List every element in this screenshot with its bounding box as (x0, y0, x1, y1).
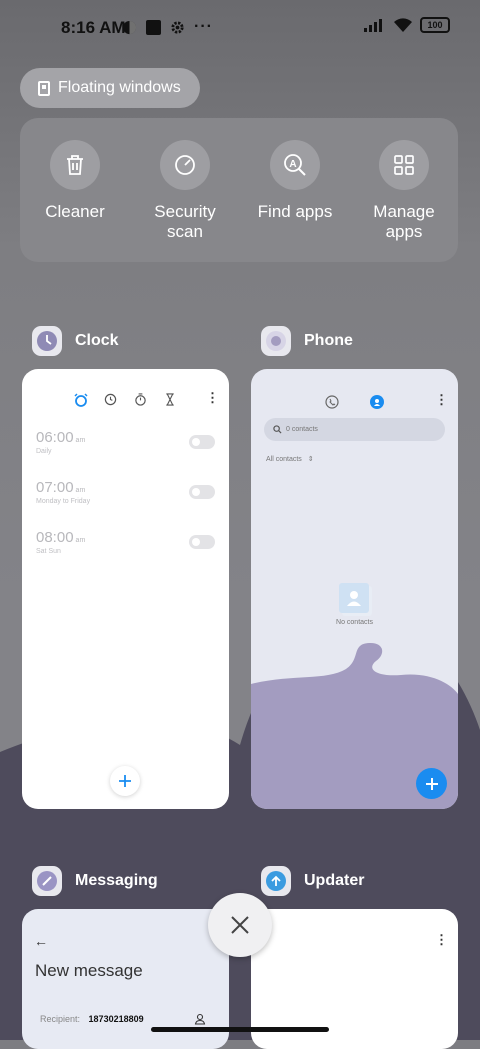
battery-icon: 100 (420, 17, 450, 33)
vpn-icon (122, 20, 137, 34)
alarm-toggle[interactable] (189, 535, 215, 549)
alarm-time: 08:00 (36, 529, 74, 546)
status-time: 8:16 AM (61, 18, 126, 37)
updater-more-icon[interactable]: ⋮ (435, 933, 448, 946)
empty-contacts-icon (339, 583, 369, 613)
alarm-time: 07:00 (36, 479, 74, 496)
alarm-repeat: Monday to Friday (36, 498, 91, 505)
trash-icon (67, 155, 83, 175)
manage-apps-label-1: Manage (373, 202, 435, 221)
back-arrow-icon[interactable]: ← (34, 933, 48, 949)
alarm-item[interactable]: 08:00 am Sat Sun (36, 529, 85, 555)
quick-tools-panel: Cleaner Security scan A Find apps Manage… (20, 118, 458, 262)
updater-app-name: Updater (304, 872, 365, 889)
find-apps-icon: A (284, 154, 306, 176)
add-alarm-button[interactable] (110, 766, 140, 796)
clock-more-icon[interactable]: ⋮ (206, 391, 219, 404)
contacts-search-bar[interactable]: 0 contacts (264, 418, 445, 441)
alarm-ampm: am (75, 487, 86, 494)
recents-tab-icon[interactable] (325, 395, 339, 409)
manage-apps-button[interactable]: Manage apps (349, 140, 459, 242)
alarm-ampm: am (75, 437, 86, 444)
battery-level: 100 (427, 20, 443, 30)
security-scan-button[interactable]: Security scan (130, 140, 240, 242)
phone-app-name: Phone (304, 332, 353, 349)
find-apps-label: Find apps (257, 202, 333, 221)
search-placeholder: 0 contacts (286, 426, 318, 433)
no-contacts-text: No contacts (336, 619, 373, 626)
gear-icon (171, 20, 184, 34)
alarm-repeat: Sat Sun (36, 548, 61, 555)
phone-more-icon[interactable]: ⋮ (435, 393, 448, 406)
manage-apps-label-2: apps (385, 222, 423, 241)
add-contact-button[interactable] (416, 768, 447, 799)
sort-icon: ⇕ (307, 456, 314, 463)
home-indicator[interactable] (151, 1027, 329, 1032)
new-message-title: New message (35, 961, 143, 980)
messaging-app-name: Messaging (75, 872, 158, 889)
updater-app-icon (261, 866, 291, 896)
contacts-filter[interactable]: All contacts ⇕ (266, 455, 314, 463)
phone-app-header[interactable]: Phone (261, 326, 353, 356)
floating-window-icon (38, 80, 50, 96)
more-notifications-icon: ··· (194, 18, 213, 35)
close-icon (231, 916, 249, 934)
alarm-toggle[interactable] (189, 435, 215, 449)
contact-picker-icon[interactable] (194, 1013, 206, 1025)
world-clock-tab-icon[interactable] (104, 393, 117, 406)
cleaner-label: Cleaner (45, 202, 105, 221)
alarm-toggle[interactable] (189, 485, 215, 499)
clock-app-card[interactable]: ⋮ 06:00 am Daily 07:00 am Monday to Friday… (22, 369, 229, 809)
svg-text:A: A (289, 159, 296, 170)
find-apps-button[interactable]: A Find apps (240, 140, 350, 222)
search-icon (273, 425, 282, 434)
security-scan-label-2: scan (167, 222, 203, 241)
plus-icon (425, 777, 438, 790)
contacts-tab-icon[interactable] (370, 395, 384, 409)
phone-app-icon (261, 326, 291, 356)
alarm-ampm: am (75, 537, 86, 544)
timer-tab-icon[interactable] (164, 393, 176, 406)
alarm-repeat: Daily (36, 448, 52, 455)
status-bar: 8:16 AM ··· 100 (0, 0, 480, 56)
clock-app-header[interactable]: Clock (32, 326, 119, 356)
recipient-label: Recipient: (40, 1014, 81, 1024)
plus-icon (119, 775, 131, 787)
app-notification-icon (146, 19, 161, 35)
clock-app-icon (32, 326, 62, 356)
wifi-icon (394, 18, 412, 32)
signal-icon (364, 19, 382, 32)
phone-app-card[interactable]: ⋮ 0 contacts All contacts ⇕ No contacts (251, 369, 458, 809)
clock-app-name: Clock (75, 332, 119, 349)
clear-all-button[interactable] (208, 893, 272, 957)
stopwatch-tab-icon[interactable] (134, 393, 147, 406)
messaging-app-icon (32, 866, 62, 896)
updater-app-header[interactable]: Updater (261, 866, 364, 896)
security-scan-icon (175, 155, 195, 175)
security-scan-label-1: Security (154, 202, 216, 221)
recipient-value: 18730218809 (88, 1014, 144, 1024)
cleaner-button[interactable]: Cleaner (20, 140, 130, 222)
grid-icon (394, 155, 414, 175)
messaging-app-header[interactable]: Messaging (32, 866, 158, 896)
floating-windows-button[interactable]: Floating windows (20, 68, 200, 108)
floating-windows-label: Floating windows (58, 79, 181, 96)
alarm-item[interactable]: 07:00 am Monday to Friday (36, 479, 90, 505)
contacts-filter-label: All contacts (266, 456, 302, 463)
recipient-field[interactable]: Recipient: 18730218809 (40, 1014, 144, 1024)
alarm-time: 06:00 (36, 429, 74, 446)
alarm-item[interactable]: 06:00 am Daily (36, 429, 85, 455)
alarm-tab-icon[interactable] (74, 393, 88, 407)
